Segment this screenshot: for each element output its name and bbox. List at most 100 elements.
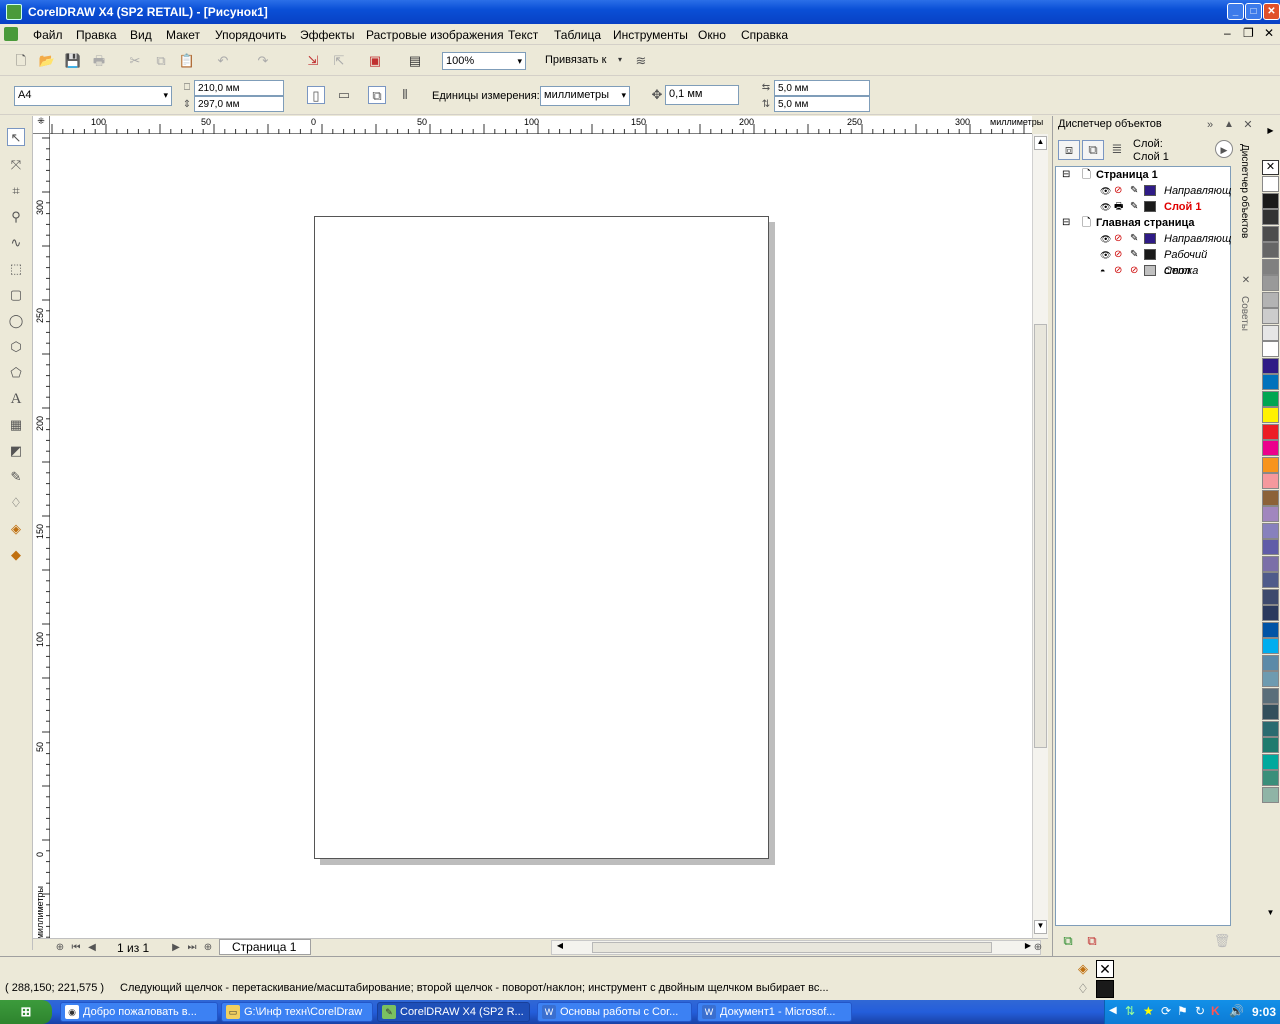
star-icon[interactable]: ★ <box>1143 1004 1154 1018</box>
menu-help[interactable]: Справка <box>741 28 788 42</box>
tree-layer-guides-1[interactable]: 👁 ⊘ ✎ Направляющ <box>1060 183 1231 199</box>
network-icon[interactable]: ⇅ <box>1125 1004 1135 1018</box>
pick-tool-icon[interactable]: ↖ <box>7 128 25 146</box>
palette-swatch[interactable] <box>1262 588 1279 605</box>
new-icon[interactable]: 🗋 <box>12 52 30 70</box>
vertical-scrollbar[interactable]: ▲ ▼ <box>1032 134 1048 938</box>
palette-swatch[interactable] <box>1262 357 1279 374</box>
navigator-icon[interactable]: ⊕ <box>1029 939 1047 957</box>
print-icon[interactable]: 🖶 <box>90 52 108 70</box>
polygon-tool-icon[interactable]: ⬡ <box>7 338 25 356</box>
no-print-icon[interactable]: ⊘ <box>1114 263 1122 279</box>
horizontal-scrollbar[interactable]: ◀ ▶ <box>551 940 1041 955</box>
copy-icon[interactable]: ⧉ <box>152 52 170 70</box>
edit-across-layers-icon[interactable]: ⧉ <box>1082 140 1104 160</box>
palette-swatch[interactable] <box>1262 539 1279 555</box>
side-tab-close-icon[interactable]: ✕ <box>1237 272 1255 290</box>
tree-layer-1[interactable]: 👁 🖶 ✎ Слой 1 <box>1060 199 1230 215</box>
taskbar-item-word-1[interactable]: W Основы работы с Cor... <box>537 1002 692 1022</box>
palette-swatch[interactable] <box>1262 390 1279 407</box>
zoom-tool-icon[interactable]: ⚲ <box>7 208 25 226</box>
pencil-icon[interactable]: ✎ <box>1130 183 1138 199</box>
cut-icon[interactable]: ✂ <box>126 52 144 70</box>
app-launcher-icon[interactable]: ▣ <box>366 52 384 70</box>
layer-color-swatch[interactable] <box>1144 201 1156 212</box>
all-pages-icon[interactable]: ⧉ <box>368 86 386 104</box>
palette-swatch[interactable] <box>1262 489 1279 506</box>
palette-swatch[interactable] <box>1262 440 1279 456</box>
palette-swatch[interactable] <box>1262 341 1279 357</box>
docker-collapse-icon[interactable]: ▲ <box>1220 116 1238 134</box>
tree-page-1[interactable]: ⊟ 🗋 Страница 1 <box>1060 167 1230 183</box>
tree-master-page[interactable]: ⊟ 🗋 Главная страница <box>1060 215 1230 231</box>
docker-expand-icon[interactable]: » <box>1201 116 1219 134</box>
doc-icon[interactable] <box>4 27 18 41</box>
taskbar-item-coreldraw[interactable]: ✎ CorelDRAW X4 (SP2 R... <box>377 1002 530 1022</box>
tree-layer-guides-master[interactable]: 👁 ⊘ ✎ Направляющ <box>1060 231 1231 247</box>
doc-minimize-button[interactable]: – <box>1224 26 1231 40</box>
page-height-input[interactable]: 297,0 мм <box>194 96 284 112</box>
eye-icon[interactable]: 👁 <box>1100 183 1111 199</box>
no-color-swatch[interactable]: ✕ <box>1262 160 1279 175</box>
menu-effects[interactable]: Эффекты <box>300 28 355 42</box>
basic-shapes-tool-icon[interactable]: ⬠ <box>7 364 25 382</box>
docker-flyout-icon[interactable]: ▶ <box>1215 140 1233 158</box>
text-tool-icon[interactable]: A <box>7 390 25 408</box>
palette-swatch[interactable] <box>1262 473 1279 489</box>
add-page-after-icon[interactable]: ⊕ <box>199 939 217 957</box>
collapse-icon[interactable]: ⊟ <box>1062 215 1070 231</box>
palette-swatch[interactable] <box>1262 687 1279 704</box>
portrait-icon[interactable]: ▯ <box>307 86 325 104</box>
duplicate-y-input[interactable]: 5,0 мм <box>774 96 870 112</box>
landscape-icon[interactable]: ▭ <box>335 86 353 104</box>
menu-view[interactable]: Вид <box>130 28 152 42</box>
undo-icon[interactable]: ↶ <box>214 52 232 70</box>
palette-swatch[interactable] <box>1262 572 1279 588</box>
doc-close-button[interactable]: ✕ <box>1264 26 1274 40</box>
palette-scroll-down-icon[interactable]: ▼ <box>1263 908 1278 920</box>
menu-text[interactable]: Текст <box>508 28 538 42</box>
palette-swatch[interactable] <box>1262 324 1279 341</box>
palette-swatch[interactable] <box>1262 654 1279 671</box>
sync-icon[interactable]: ⟳ <box>1161 1004 1171 1018</box>
open-icon[interactable]: 📂 <box>38 52 56 70</box>
current-page-icon[interactable]: ⫴ <box>396 86 414 104</box>
no-print-icon[interactable]: ⊘ <box>1114 183 1122 199</box>
close-button[interactable]: ✕ <box>1263 3 1280 20</box>
palette-scroll-up-icon[interactable]: ▶ <box>1263 126 1278 138</box>
palette-swatch[interactable] <box>1262 456 1279 473</box>
palette-swatch[interactable] <box>1262 192 1279 209</box>
smart-fill-tool-icon[interactable]: ⬚ <box>7 260 25 278</box>
flag-icon[interactable]: ⚑ <box>1177 1004 1188 1018</box>
palette-swatch[interactable] <box>1262 209 1279 225</box>
palette-swatch[interactable] <box>1262 671 1279 687</box>
menu-layout[interactable]: Макет <box>166 28 200 42</box>
palette-swatch[interactable] <box>1262 737 1279 753</box>
vertical-scroll-thumb[interactable] <box>1034 324 1047 748</box>
page-tab[interactable]: Страница 1 <box>219 939 311 955</box>
doc-restore-button[interactable]: ❐ <box>1243 26 1254 40</box>
scroll-up-button[interactable]: ▲ <box>1034 136 1047 150</box>
taskbar-item-word-2[interactable]: W Документ1 - Microsof... <box>697 1002 852 1022</box>
layer-color-swatch[interactable] <box>1144 233 1156 244</box>
menu-bitmaps[interactable]: Растровые изображения <box>366 28 504 42</box>
paste-icon[interactable]: 📋 <box>178 52 196 70</box>
palette-swatch[interactable] <box>1262 176 1279 192</box>
palette-swatch[interactable] <box>1262 720 1279 737</box>
eye-icon[interactable]: 👁 <box>1100 247 1111 263</box>
palette-swatch[interactable] <box>1262 621 1279 638</box>
pencil-icon[interactable]: ✎ <box>1130 231 1138 247</box>
no-print-icon[interactable]: ⊘ <box>1114 231 1122 247</box>
eye-icon[interactable]: 👁 <box>1100 231 1111 247</box>
docker-close-icon[interactable]: ✕ <box>1239 116 1257 134</box>
start-button[interactable]: ⊞ <box>0 1000 52 1024</box>
duplicate-x-input[interactable]: 5,0 мм <box>774 80 870 96</box>
tab-hints[interactable]: Советы <box>1239 296 1250 331</box>
interactive-fill-tool-icon[interactable]: ◆ <box>7 546 25 564</box>
rectangle-tool-icon[interactable]: ▢ <box>7 286 25 304</box>
palette-swatch[interactable] <box>1262 275 1279 291</box>
palette-swatch[interactable] <box>1262 242 1279 258</box>
maximize-button[interactable]: □ <box>1245 3 1262 20</box>
tree-layer-desktop[interactable]: 👁 ⊘ ✎ Рабочий стол <box>1060 247 1230 277</box>
welcome-screen-icon[interactable]: ▤ <box>406 52 424 70</box>
